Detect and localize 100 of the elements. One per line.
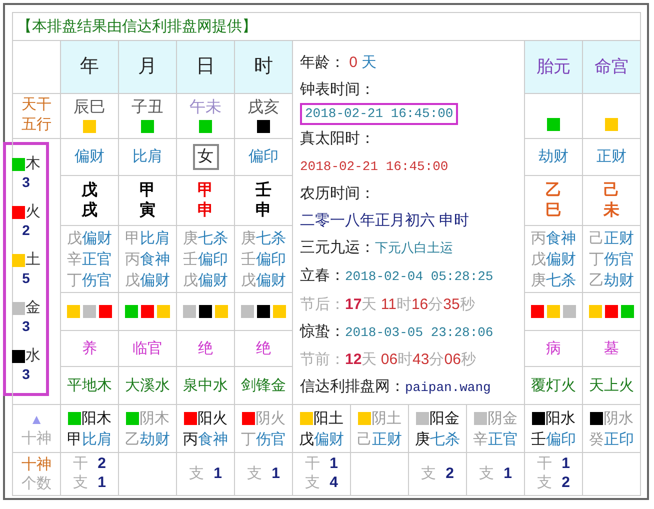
ten-god: 比肩: [132, 148, 162, 165]
row-label: 十神: [22, 455, 52, 474]
ten-god: 正财: [596, 148, 627, 165]
count-label: 干: [73, 454, 88, 473]
hidden-stem: 戊偏财: [125, 270, 170, 290]
hidden-stem: 戊偏财: [531, 250, 576, 270]
count-label: 干: [537, 454, 552, 473]
hidden-stem: 甲 比肩: [125, 228, 170, 248]
heavenly-stem: 甲: [198, 180, 214, 200]
chart-title: 【本排盘结果由信达利排盘网提供】: [17, 18, 257, 34]
pillar-header: 日: [176, 40, 234, 94]
info-label: 钟表时间：: [300, 80, 376, 100]
element-name: 木: [26, 155, 40, 173]
earthly-branch: 寅: [140, 200, 156, 220]
yin-yang-element: 阴火: [256, 408, 286, 428]
element-count: 3: [22, 173, 30, 191]
pillar-header: 命宫: [582, 40, 641, 94]
count-label: 支: [305, 473, 320, 492]
count-value: 1: [272, 464, 280, 482]
pillar-header: 时: [234, 40, 292, 94]
heavenly-stem: 戊: [82, 180, 98, 200]
branch-pair: 子丑: [132, 99, 164, 117]
stem-god: 丁伤官: [241, 430, 286, 450]
age-line: 年龄： 0 天: [300, 53, 378, 73]
hidden-stem: 庚七杀: [183, 228, 228, 248]
lunar-date: 二零一八年正月初六 申时: [300, 211, 470, 232]
stem-god: 癸正印: [589, 430, 634, 450]
heavenly-stem: 甲: [140, 180, 156, 200]
life-stage: 养: [82, 340, 97, 356]
element-count: 3: [22, 365, 30, 383]
nayin: 覆灯火: [531, 376, 576, 394]
earthly-branch: 未: [604, 200, 620, 220]
gender-box: 女: [192, 144, 218, 170]
ten-god: 偏印: [248, 148, 278, 165]
yin-yang-element: 阴水: [604, 408, 634, 428]
count-value: 1: [562, 454, 570, 473]
nayin: 平地木: [67, 376, 112, 394]
count-label: 支: [73, 473, 88, 492]
hidden-stem: 乙劫财: [589, 270, 634, 290]
heavenly-stem: 乙: [546, 180, 562, 200]
row-label: 天干五行: [20, 95, 52, 135]
count-value: 1: [98, 473, 106, 492]
stem-god: 壬偏印: [531, 430, 576, 450]
life-stage: 病: [546, 340, 561, 356]
interval-line: 节后：17天 11时16分35秒: [300, 294, 476, 315]
count-value: 1: [504, 464, 512, 482]
stem-god: 辛正官: [473, 430, 518, 450]
count-value: 4: [330, 473, 338, 492]
branch-pair: 戌亥: [248, 99, 280, 117]
element-name: 金: [26, 299, 40, 317]
hidden-stem: 壬偏印: [241, 250, 286, 270]
count-label: 干: [305, 454, 320, 473]
ten-god: 偏财: [74, 148, 104, 165]
yin-yang-element: 阴土: [372, 408, 402, 428]
hidden-stem: 戊偏财: [183, 270, 228, 290]
nayin: 泉中水: [183, 376, 228, 394]
yin-yang-element: 阴木: [140, 408, 170, 428]
element-name: 火: [26, 203, 40, 221]
stem-god: 甲 比肩: [67, 430, 112, 450]
nayin: 剑锋金: [241, 376, 286, 394]
stem-god: 己正财: [357, 430, 402, 450]
branch-pair: 辰巳: [74, 99, 106, 117]
life-stage: 绝: [256, 340, 271, 356]
life-stage: 绝: [198, 340, 213, 356]
count-label: 支: [189, 464, 204, 482]
hidden-stem: 壬偏印: [183, 250, 228, 270]
row-label: 十神: [22, 428, 52, 448]
clock-time: 2018-02-21 16:45:00: [300, 103, 458, 126]
stem-god: 戊偏财: [299, 430, 344, 450]
element-name: 水: [26, 347, 40, 365]
hidden-stem: 戊偏财: [241, 270, 286, 290]
earthly-branch: 巳: [546, 200, 562, 220]
count-value: 1: [214, 464, 222, 482]
count-label: 支: [537, 473, 552, 492]
term-line: 惊蛰：2018-03-05 23:28:06: [300, 322, 494, 342]
count-label: 支: [479, 464, 494, 482]
yin-yang-element: 阳木: [82, 408, 112, 428]
count-label: 支: [247, 464, 262, 482]
info-label: 真太阳时：: [300, 129, 376, 150]
hidden-stem: 庚七杀: [241, 228, 286, 248]
triangle-icon: ▲: [30, 408, 44, 428]
hidden-stem: 庚七杀: [531, 270, 576, 290]
earthly-branch: 戌: [82, 200, 98, 220]
count-value: 2: [562, 473, 570, 492]
row-label: 个数: [22, 474, 52, 493]
pillar-header: 月: [118, 40, 176, 94]
pillar-header: 年: [60, 40, 118, 94]
pillar-header: 胎元: [524, 40, 582, 94]
yin-yang-element: 阳土: [314, 408, 344, 428]
yin-yang-element: 阳火: [198, 408, 228, 428]
term-line: 立春：2018-02-04 05:28:25: [300, 266, 494, 286]
solar-time: 2018-02-21 16:45:00: [300, 158, 450, 176]
count-value: 2: [446, 464, 454, 482]
yin-yang-element: 阴金: [488, 408, 518, 428]
branch-pair: 午未: [190, 99, 222, 117]
life-stage: 墓: [604, 340, 620, 356]
term-line: 三元九运：下元八白土运: [300, 238, 454, 258]
hidden-stem: 丙食神: [531, 228, 576, 248]
heavenly-stem: 壬: [256, 180, 272, 200]
yin-yang-element: 阳水: [546, 408, 576, 428]
